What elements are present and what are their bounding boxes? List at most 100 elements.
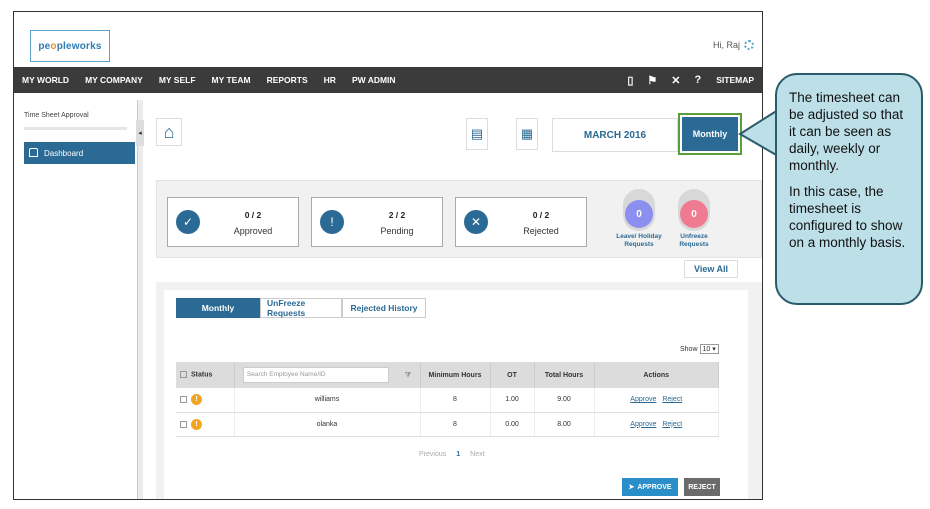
view-mode-highlight: Monthly bbox=[678, 113, 742, 155]
timesheet-table: Status Search Employee Name/ID ⧩ Minimum … bbox=[176, 362, 719, 437]
calendar-icon[interactable]: ▦ bbox=[516, 118, 538, 150]
nav-my-team[interactable]: MY TEAM bbox=[204, 75, 259, 85]
actions-cell: Approve Reject bbox=[594, 412, 719, 437]
unfreeze-requests-label: Unfreeze Requests bbox=[669, 233, 719, 249]
unfreeze-requests-bubble[interactable]: 0 bbox=[678, 189, 710, 231]
nav-my-world[interactable]: MY WORLD bbox=[14, 75, 77, 85]
table-row: ! olanka 8 0.00 8.00 Approve Reject bbox=[176, 412, 719, 437]
monthly-view-button[interactable]: Monthly bbox=[682, 117, 738, 151]
unfreeze-requests-count: 0 bbox=[680, 200, 708, 228]
show-label: Show bbox=[680, 345, 698, 353]
total-hours-cell: 8.00 bbox=[534, 412, 595, 437]
reject-button[interactable]: REJECT bbox=[684, 478, 720, 496]
employee-header: Search Employee Name/ID ⧩ bbox=[234, 362, 421, 388]
approve-button-label: APPROVE bbox=[637, 483, 672, 491]
tools-icon[interactable]: ✕ bbox=[664, 74, 687, 87]
export-icon[interactable]: ▤ bbox=[466, 118, 488, 150]
nav-my-company[interactable]: MY COMPANY bbox=[77, 75, 151, 85]
next-page-link[interactable]: Next bbox=[470, 451, 484, 458]
logo-text-left: pe bbox=[38, 40, 51, 52]
pending-card[interactable]: ! 2 / 2 Pending bbox=[311, 197, 443, 247]
book-icon[interactable]: ▯ bbox=[620, 74, 640, 87]
sidebar-item-dashboard[interactable]: Dashboard bbox=[24, 142, 135, 164]
ot-cell: 1.00 bbox=[490, 388, 535, 413]
month-label[interactable]: MARCH 2016 bbox=[552, 118, 678, 152]
check-icon: ✓ bbox=[176, 210, 200, 234]
approved-label: Approved bbox=[233, 226, 273, 236]
reject-link[interactable]: Reject bbox=[662, 396, 682, 403]
nav-sitemap[interactable]: SITEMAP bbox=[708, 75, 762, 85]
reject-link[interactable]: Reject bbox=[662, 421, 682, 428]
page-size-control: Show 10 ▾ bbox=[680, 344, 719, 354]
cross-icon: ✕ bbox=[464, 210, 488, 234]
status-header-label: Status bbox=[191, 371, 213, 379]
select-all-checkbox[interactable] bbox=[180, 371, 187, 379]
previous-page-link[interactable]: Previous bbox=[419, 451, 446, 458]
total-hours-cell: 9.00 bbox=[534, 388, 595, 413]
help-icon[interactable]: ? bbox=[687, 74, 708, 86]
employee-name: williams bbox=[234, 388, 421, 413]
rejected-label: Rejected bbox=[523, 226, 559, 236]
nav-reports[interactable]: REPORTS bbox=[259, 75, 316, 85]
nav-pw-admin[interactable]: PW ADMIN bbox=[344, 75, 404, 85]
home-button[interactable]: ⌂ bbox=[156, 118, 182, 146]
sidebar-item-label: Dashboard bbox=[44, 148, 84, 158]
leave-requests-count: 0 bbox=[625, 200, 653, 228]
approved-count: 0 / 2 bbox=[244, 210, 262, 220]
sidebar: Time Sheet Approval Dashboard bbox=[14, 100, 138, 499]
collapse-sidebar-icon[interactable]: ◂ bbox=[136, 120, 144, 146]
status-cell: ! bbox=[176, 388, 235, 413]
row-checkbox[interactable] bbox=[180, 420, 187, 428]
gear-icon[interactable] bbox=[744, 40, 754, 50]
tab-bar: Monthly UnFreeze Requests Rejected Histo… bbox=[176, 298, 426, 318]
min-hours-cell: 8 bbox=[420, 388, 491, 413]
rejected-card[interactable]: ✕ 0 / 2 Rejected bbox=[455, 197, 587, 247]
leave-requests-bubble[interactable]: 0 bbox=[623, 189, 655, 231]
actions-header: Actions bbox=[594, 362, 719, 388]
page-size-select[interactable]: 10 ▾ bbox=[699, 344, 719, 354]
status-header: Status bbox=[176, 362, 235, 388]
top-nav: MY WORLD MY COMPANY MY SELF MY TEAM REPO… bbox=[14, 67, 762, 93]
app-window: pe o pleworks Hi, Raj MY WORLD MY COMPANY … bbox=[13, 11, 763, 500]
pending-count: 2 / 2 bbox=[388, 210, 406, 220]
approve-link[interactable]: Approve bbox=[630, 396, 656, 403]
unfreeze-label-line2: Requests bbox=[679, 241, 709, 248]
nav-hr[interactable]: HR bbox=[316, 75, 344, 85]
ot-cell: 0.00 bbox=[490, 412, 535, 437]
tab-rejected-history[interactable]: Rejected History bbox=[342, 298, 426, 318]
nav-my-self[interactable]: MY SELF bbox=[151, 75, 204, 85]
peopleworks-logo[interactable]: pe o pleworks bbox=[30, 30, 110, 62]
filter-icon[interactable]: ⧩ bbox=[405, 372, 411, 379]
tab-monthly[interactable]: Monthly bbox=[176, 298, 260, 318]
sidebar-resize-bar[interactable] bbox=[138, 100, 143, 499]
flag-icon[interactable]: ⚑ bbox=[640, 74, 664, 87]
user-greeting: Hi, Raj bbox=[713, 40, 754, 50]
leave-label-line2: Requests bbox=[624, 241, 654, 248]
status-cell: ! bbox=[176, 412, 235, 437]
employee-search-input[interactable]: Search Employee Name/ID bbox=[242, 367, 389, 383]
pagination: Previous 1 Next bbox=[419, 451, 485, 458]
tab-unfreeze-requests[interactable]: UnFreeze Requests bbox=[260, 298, 342, 318]
leave-label-line1: Leave/ Holiday bbox=[616, 233, 662, 240]
summary-panel: ✓ 0 / 2 Approved ! 2 / 2 Pending ✕ 0 / 2… bbox=[156, 180, 762, 258]
sidebar-divider bbox=[24, 127, 127, 130]
callout-text-1: The timesheet can be adjusted so that it… bbox=[789, 90, 904, 173]
exclamation-icon: ! bbox=[320, 210, 344, 234]
min-hours-cell: 8 bbox=[420, 412, 491, 437]
actions-cell: Approve Reject bbox=[594, 388, 719, 413]
home-icon bbox=[29, 148, 38, 157]
timesheet-panel: Monthly UnFreeze Requests Rejected Histo… bbox=[156, 282, 762, 499]
approve-button[interactable]: ➤ APPROVE bbox=[622, 478, 678, 496]
unfreeze-label-line1: Unfreeze bbox=[680, 233, 708, 240]
annotation-callout: The timesheet can be adjusted so that it… bbox=[775, 73, 923, 305]
view-all-button[interactable]: View All bbox=[684, 260, 738, 278]
table-row: ! williams 8 1.00 9.00 Approve Reject bbox=[176, 388, 719, 413]
approved-card[interactable]: ✓ 0 / 2 Approved bbox=[167, 197, 299, 247]
row-checkbox[interactable] bbox=[180, 396, 187, 404]
min-hours-header: Minimum Hours bbox=[420, 362, 491, 388]
pending-status-icon: ! bbox=[191, 418, 202, 430]
approve-link[interactable]: Approve bbox=[630, 421, 656, 428]
current-page[interactable]: 1 bbox=[456, 451, 460, 458]
page-size-value: 10 bbox=[702, 346, 711, 353]
ot-header: OT bbox=[490, 362, 535, 388]
